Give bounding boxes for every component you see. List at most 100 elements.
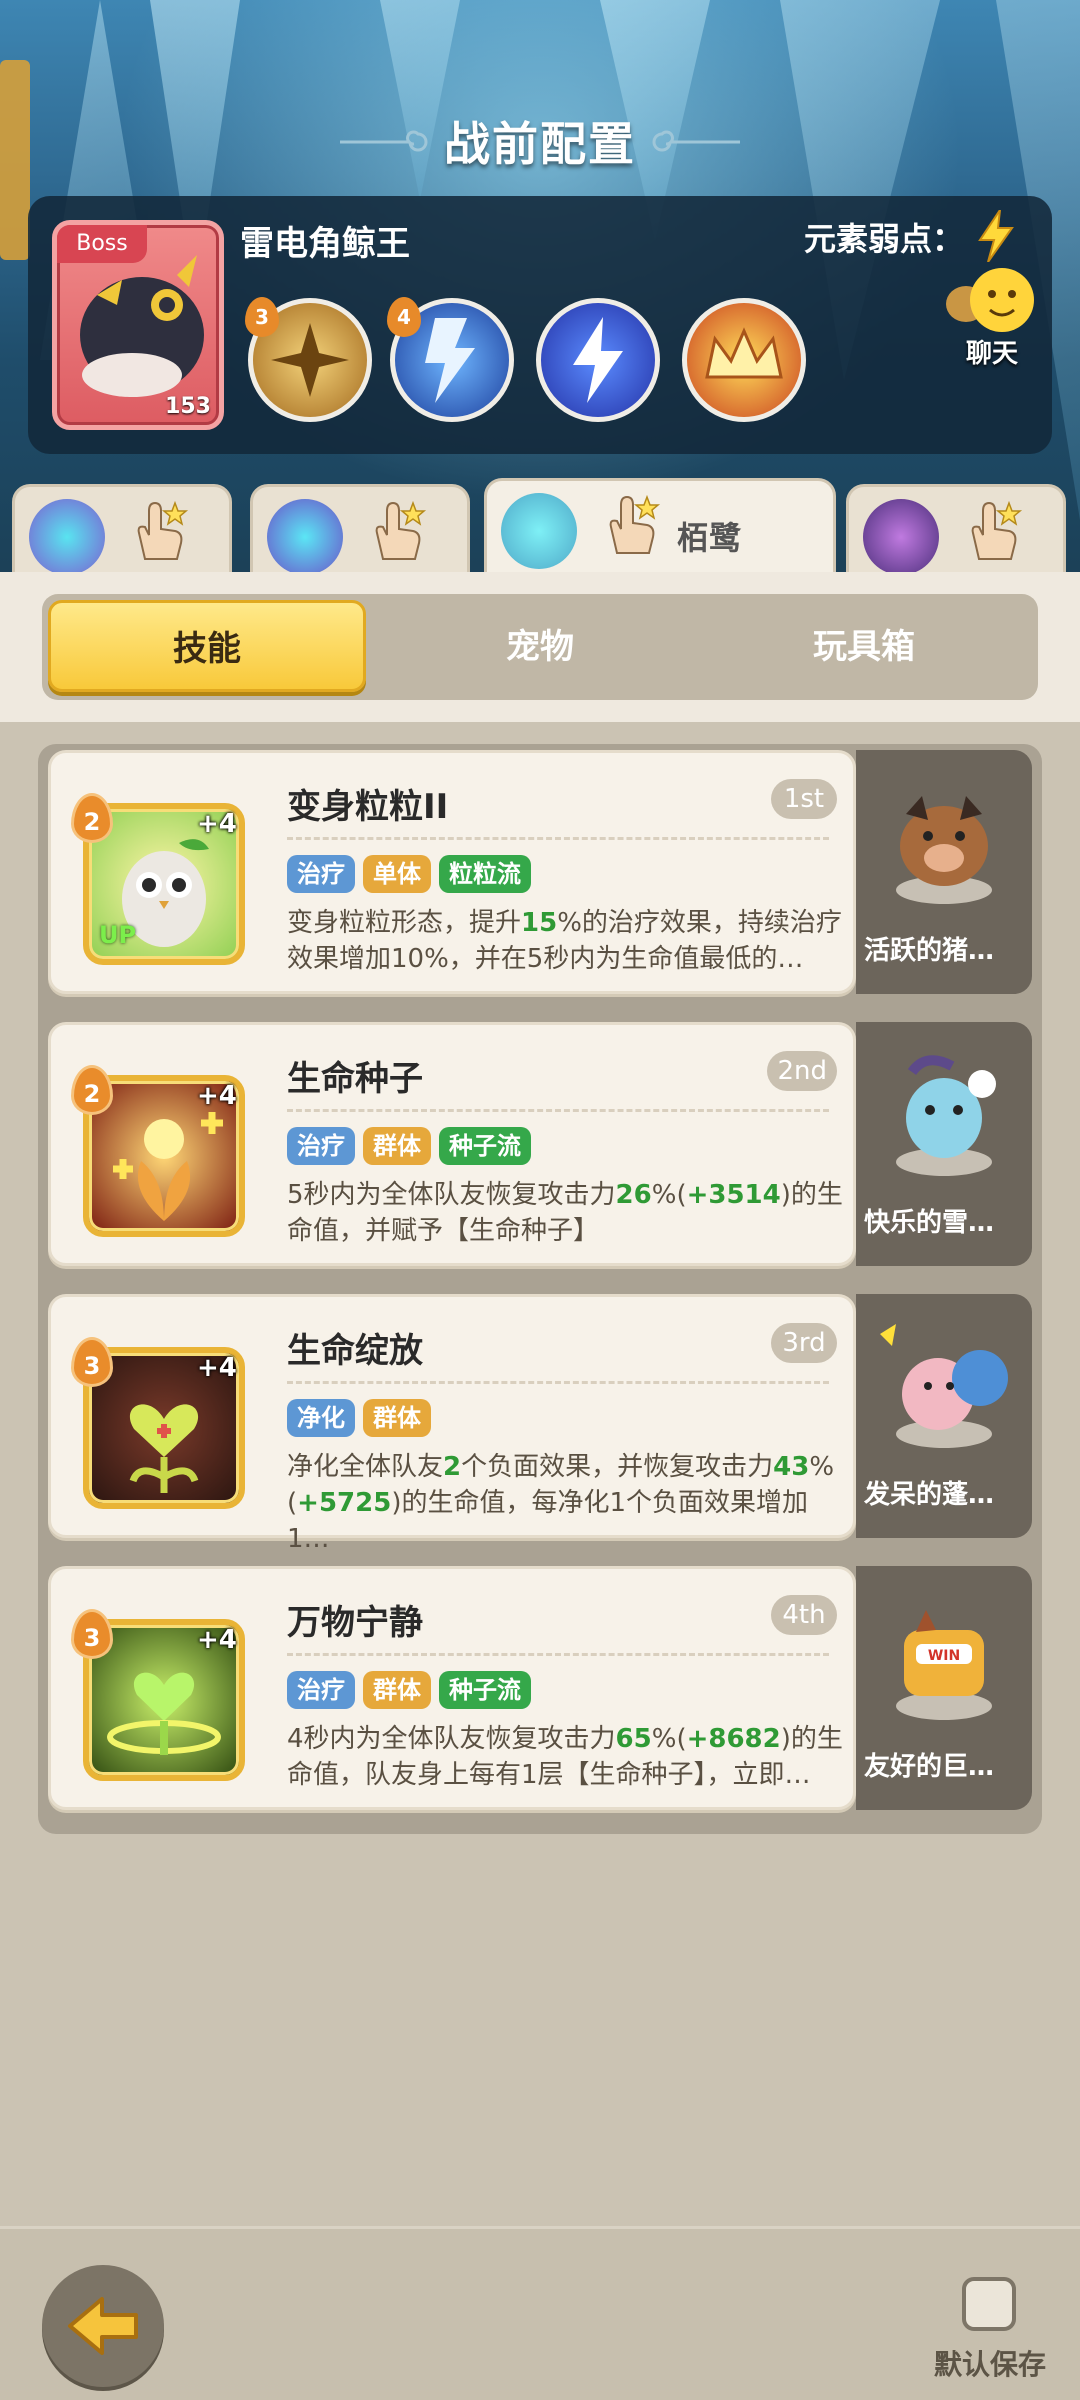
tab-toybox[interactable]: 玩具箱: [714, 594, 1014, 700]
boss-skill-1[interactable]: 3: [245, 297, 372, 422]
hero-tab-1[interactable]: [12, 484, 232, 584]
skill-name: 生命绽放: [287, 1331, 423, 1371]
default-save-label: 默认保存: [934, 2348, 1047, 2381]
pet-card[interactable]: WIN 友好的巨…: [856, 1566, 1032, 1810]
divider: [287, 1381, 829, 1384]
skill-tag: 治疗: [287, 855, 355, 893]
skill-level-drop: 2: [71, 793, 113, 843]
hero-tab-4[interactable]: [846, 484, 1066, 584]
skill-plus: +4: [197, 1353, 237, 1383]
boss-portrait[interactable]: Boss 153: [52, 220, 224, 430]
skill-list: 2 +4 UP 变身粒粒II 1st 治疗 单体 粒粒流 变身粒粒形态，提升15%的…: [38, 744, 1042, 1834]
skill-row[interactable]: 3 +4 万物宁静 4th 治疗 群体 种子流 4秒内为全体队友恢复攻击力65%(+…: [38, 1560, 1042, 1812]
hero-name: 栢鹭: [677, 519, 742, 557]
skill-tag: 种子流: [439, 1671, 531, 1709]
page-title: 战前配置: [444, 117, 636, 171]
chat-emoji-icon: [946, 268, 1034, 332]
lightning-icon: [978, 210, 1014, 262]
skill-card[interactable]: 3 +4 生命绽放 3rd 净化 群体 净化全体队友2个负面效果，并恢复攻击力43…: [48, 1294, 856, 1554]
boss-skill-3[interactable]: [536, 298, 660, 422]
skill-card[interactable]: 2 +4 生命种子 2nd 治疗 群体 种子流 5秒内为全体队友恢复攻击力26%(+…: [48, 1022, 856, 1266]
divider: [287, 837, 829, 840]
divider: [287, 1109, 829, 1112]
pet-name: 友好的巨…: [864, 1752, 995, 1782]
pet-name: 活跃的猪…: [864, 936, 995, 966]
hero-avatar: [29, 499, 105, 575]
skill-tags: 治疗 单体 粒粒流: [287, 855, 539, 893]
skill-rank-badge: 3rd: [771, 1323, 837, 1363]
skill-rank-badge: 1st: [771, 779, 837, 819]
tap-hand-icon: [609, 494, 661, 554]
boss-skill-level: 3: [245, 297, 279, 337]
skill-tag: 净化: [287, 1399, 355, 1437]
skill-row[interactable]: 2 +4 UP 变身粒粒II 1st 治疗 单体 粒粒流 变身粒粒形态，提升15%的…: [38, 744, 1042, 996]
element-weakness-label: 元素弱点：: [803, 220, 964, 258]
skill-description: 变身粒粒形态，提升15%的治疗效果，持续治疗效果增加10%，并在5秒内为生命值最…: [287, 908, 842, 974]
skill-row[interactable]: 3 +4 生命绽放 3rd 净化 群体 净化全体队友2个负面效果，并恢复攻击力43…: [38, 1288, 1042, 1554]
skill-plus: +4: [197, 1625, 237, 1655]
skill-tags: 治疗 群体 种子流: [287, 1671, 539, 1709]
skill-rank-badge: 2nd: [767, 1051, 837, 1091]
skill-level-drop: 2: [71, 1065, 113, 1115]
skill-card[interactable]: 3 +4 万物宁静 4th 治疗 群体 种子流 4秒内为全体队友恢复攻击力65%(+…: [48, 1566, 856, 1810]
pet-name: 发呆的蓬…: [864, 1480, 995, 1510]
crown-skill-icon: [705, 327, 783, 379]
skill-name: 变身粒粒II: [287, 787, 449, 827]
skill-plus: +4: [197, 1081, 237, 1111]
boss-tag: Boss: [57, 225, 147, 263]
hero-tab-2[interactable]: [250, 484, 470, 584]
tab-skills[interactable]: 技能: [48, 600, 366, 692]
lightning-bolt-skill-icon: [573, 317, 623, 403]
skill-tag: 治疗: [287, 1671, 355, 1709]
boss-info-panel: Boss 153 雷电角鲸王 元素弱点： 3 4 聊天: [28, 196, 1052, 454]
default-save-checkbox[interactable]: [962, 2277, 1016, 2331]
pet-card[interactable]: 快乐的雪…: [856, 1022, 1032, 1266]
pet-card[interactable]: 发呆的蓬…: [856, 1294, 1032, 1538]
hero-avatar: [501, 493, 577, 569]
tap-hand-icon: [375, 500, 427, 560]
skill-tag: 群体: [363, 1399, 431, 1437]
skill-tag: 治疗: [287, 1127, 355, 1165]
skill-description: 4秒内为全体队友恢复攻击力65%(+8682)的生命值，队友身上每有1层【生命种…: [287, 1724, 843, 1790]
boss-name: 雷电角鲸王: [240, 224, 410, 264]
skill-tags: 净化 群体: [287, 1399, 439, 1437]
tap-hand-icon: [137, 500, 189, 560]
chat-label: 聊天: [965, 339, 1018, 369]
chat-button[interactable]: 聊天: [932, 260, 1052, 370]
skill-level-drop: 3: [71, 1337, 113, 1387]
skill-level-drop: 3: [71, 1609, 113, 1659]
pig-pet-icon: [896, 796, 992, 904]
boss-skill-4[interactable]: [682, 298, 806, 422]
giant-robot-pet-icon: WIN: [896, 1610, 992, 1720]
skill-card[interactable]: 2 +4 UP 变身粒粒II 1st 治疗 单体 粒粒流 变身粒粒形态，提升15%的…: [48, 750, 856, 994]
svg-text:WIN: WIN: [928, 1648, 960, 1664]
boss-level: 153: [165, 394, 211, 419]
skill-tag: 单体: [363, 855, 431, 893]
skill-tag: 种子流: [439, 1127, 531, 1165]
tab-pets[interactable]: 宠物: [390, 594, 690, 700]
hero-avatar: [267, 499, 343, 575]
snow-pet-icon: [896, 1055, 996, 1176]
skill-rank-badge: 4th: [771, 1595, 837, 1635]
bottom-bar: 默认保存: [0, 2226, 1080, 2400]
pet-name: 快乐的雪…: [864, 1208, 995, 1238]
skill-name: 生命种子: [287, 1059, 423, 1099]
back-button[interactable]: [42, 2265, 164, 2387]
fluffy-sheep-pet-icon: [880, 1324, 1008, 1448]
skill-row[interactable]: 2 +4 生命种子 2nd 治疗 群体 种子流 5秒内为全体队友恢复攻击力26%(+…: [38, 1016, 1042, 1268]
skill-description: 净化全体队友2个负面效果，并恢复攻击力43%(+5725)的生命值，每净化1个负…: [287, 1452, 835, 1554]
skill-tag: 群体: [363, 1127, 431, 1165]
pet-card[interactable]: 活跃的猪…: [856, 750, 1032, 994]
skill-tag: 粒粒流: [439, 855, 531, 893]
skill-description: 5秒内为全体队友恢复攻击力26%(+3514)的生命值，并赋予【生命种子】: [287, 1180, 843, 1246]
category-tabbar: 技能 宠物 玩具箱: [42, 594, 1038, 700]
back-arrow-icon: [68, 2297, 138, 2355]
boss-skill-level: 4: [387, 297, 421, 337]
skill-tags: 治疗 群体 种子流: [287, 1127, 539, 1165]
skill-plus: +4: [197, 809, 237, 839]
boss-skill-2[interactable]: 4: [387, 297, 514, 422]
skill-tag: 群体: [363, 1671, 431, 1709]
tap-hand-icon: [971, 500, 1023, 560]
divider: [287, 1653, 829, 1656]
hero-avatar: [863, 499, 939, 575]
